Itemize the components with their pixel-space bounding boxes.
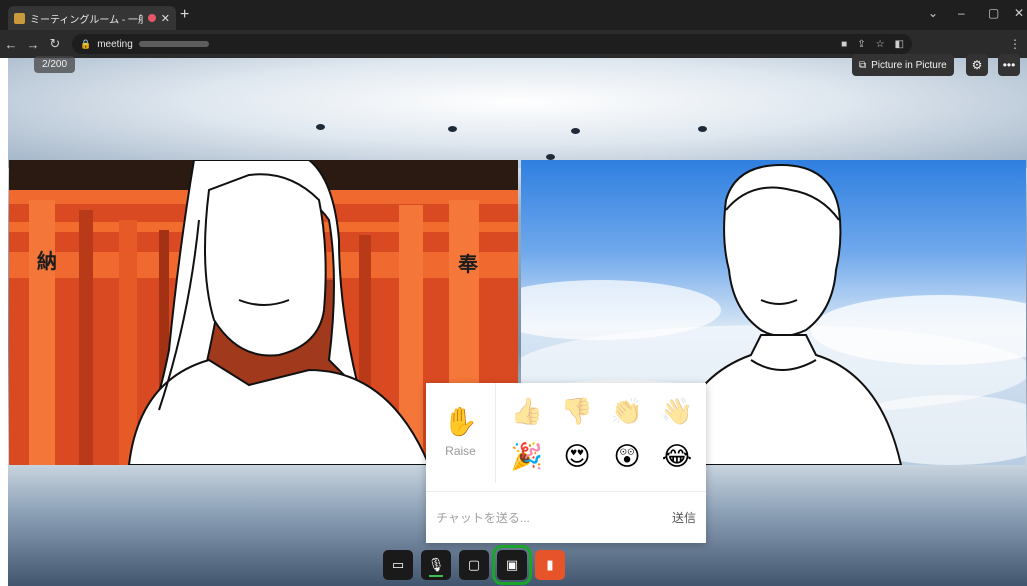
gear-icon: ⚙	[971, 58, 983, 72]
forward-icon[interactable]: →	[22, 37, 44, 52]
recording-icon	[147, 14, 156, 22]
surprised-face-icon[interactable]: 😲	[602, 434, 652, 479]
lock-icon: 🔒	[80, 38, 92, 49]
torii-kanji-left: 納	[37, 249, 57, 273]
raised-hand-icon: ✋	[443, 406, 478, 437]
exit-door-icon: ▮	[546, 557, 554, 572]
chat-bubble-icon: ▣	[505, 557, 519, 572]
tab-title: ミーティングルーム - 一般社団法人	[30, 14, 143, 26]
raise-hand-button[interactable]: ✋ Raise	[426, 383, 496, 483]
close-window-icon[interactable]: ✕	[1014, 6, 1024, 20]
thumbs-down-icon[interactable]: 👎	[552, 389, 602, 434]
video-camera-icon: ▭	[391, 557, 405, 572]
raise-label: Raise	[445, 444, 476, 458]
heart-eyes-icon[interactable]: 😍	[552, 434, 602, 479]
settings-button[interactable]: ⚙	[966, 54, 988, 76]
clap-icon[interactable]: 👏	[602, 389, 652, 434]
torii-kanji-right: 奉	[458, 252, 478, 276]
favicon-icon	[14, 12, 25, 24]
party-popper-icon[interactable]: 🎉	[502, 434, 552, 479]
participant-counter: 2/200	[34, 56, 76, 73]
tab-search-icon[interactable]: ⌄	[928, 6, 938, 20]
tears-of-joy-icon[interactable]: 😂	[652, 434, 702, 479]
chat-input-row: 送信	[426, 491, 706, 543]
leave-button[interactable]: ▮	[535, 550, 565, 580]
pip-icon: ⧉	[859, 59, 867, 71]
more-options-button[interactable]: •••	[998, 54, 1020, 76]
pip-label: Picture in Picture	[871, 59, 947, 71]
microphone-button[interactable]: 🎙	[421, 550, 451, 580]
url-redacted	[138, 41, 209, 47]
chat-input[interactable]	[436, 510, 672, 525]
minimize-icon[interactable]: –	[958, 6, 965, 20]
close-tab-icon[interactable]: ✕	[161, 12, 170, 25]
share-icon[interactable]: ⇪	[857, 39, 865, 50]
bookmark-star-icon[interactable]: ☆	[876, 39, 885, 50]
ceiling-light	[571, 128, 580, 134]
more-icon: •••	[1002, 58, 1016, 72]
browser-tab-bar: ミーティングルーム - 一般社団法人 ✕ + ⌄ – ▢ ✕	[0, 0, 1027, 30]
ceiling-light	[698, 126, 707, 132]
maximize-icon[interactable]: ▢	[988, 6, 999, 20]
ceiling-light	[448, 126, 457, 132]
ceiling-light	[316, 124, 325, 130]
emoji-reaction-grid: 👍 👎 👏 👋 🎉 😍 😲 😂	[502, 389, 702, 479]
reload-icon[interactable]: ↻	[44, 36, 66, 52]
address-bar[interactable]: 🔒 meeting ■ ⇪ ☆ ◧	[72, 34, 912, 54]
microphone-icon: 🎙	[427, 557, 445, 572]
camera-in-use-icon[interactable]: ■	[841, 39, 847, 50]
url-text: meeting	[97, 38, 133, 50]
picture-in-picture-button[interactable]: ⧉ Picture in Picture	[852, 54, 954, 76]
monitor-icon: ▢	[467, 557, 481, 572]
meeting-controls: ▭ 🎙 ▢ ▣ ▮	[383, 545, 565, 585]
mic-level-bar	[429, 575, 443, 577]
new-tab-icon[interactable]: +	[180, 7, 189, 23]
sidepanel-icon[interactable]: ◧	[895, 39, 904, 50]
wave-icon[interactable]: 👋	[652, 389, 702, 434]
thumbs-up-icon[interactable]: 👍	[502, 389, 552, 434]
screen-share-button[interactable]: ▢	[459, 550, 489, 580]
chat-reaction-button[interactable]: ▣	[492, 545, 532, 585]
send-button[interactable]: 送信	[672, 509, 696, 526]
browser-tab[interactable]: ミーティングルーム - 一般社団法人 ✕	[8, 6, 176, 30]
camera-button[interactable]: ▭	[383, 550, 413, 580]
reaction-chat-popup: ✋ Raise 👍👎👏👋 🎉😍😲😂 送信	[426, 383, 706, 543]
back-icon[interactable]: ←	[0, 37, 22, 52]
browser-menu-icon[interactable]: ⋮	[1003, 37, 1027, 51]
